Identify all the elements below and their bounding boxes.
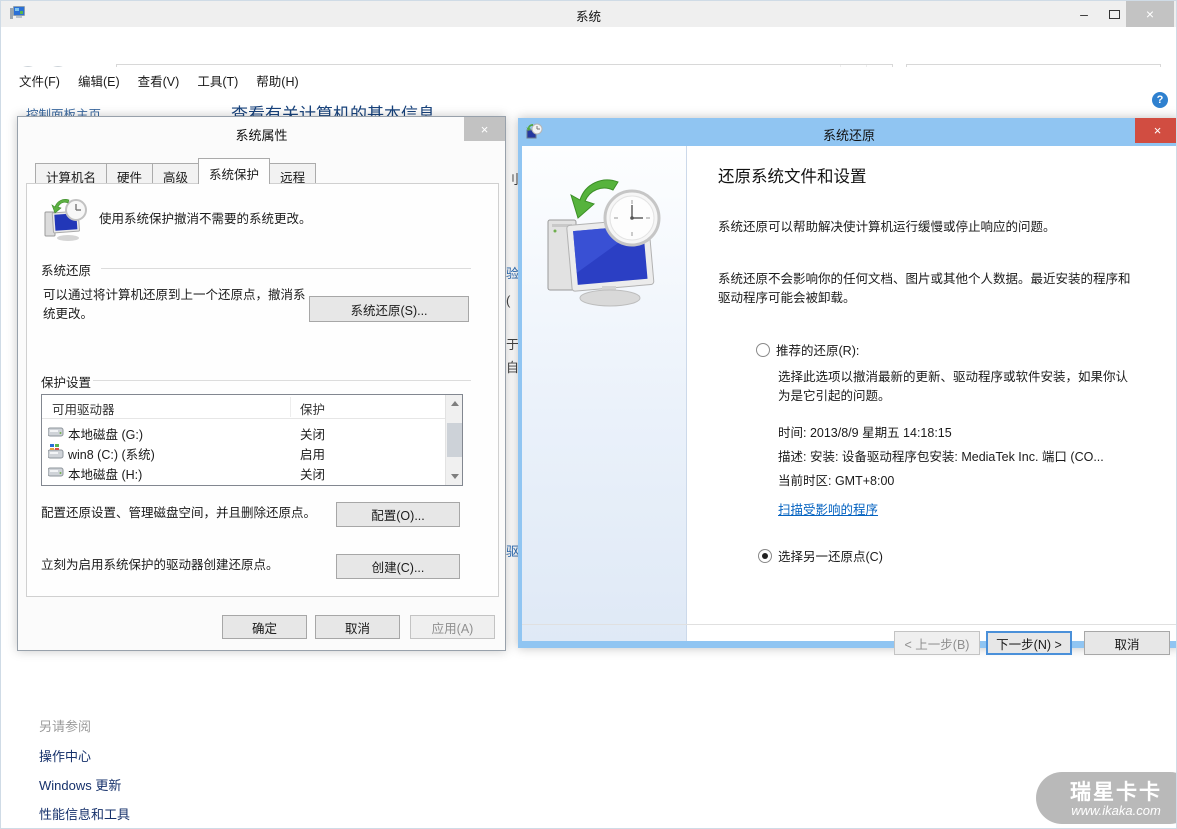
restore-group-description: 可以通过将计算机还原到上一个还原点，撤消系统更改。 <box>43 288 306 321</box>
clipped-text-fragment: ( <box>506 293 511 308</box>
watermark-brand: 瑞星卡卡 <box>1070 781 1162 804</box>
scroll-down-icon[interactable] <box>446 468 463 485</box>
column-header-drives: 可用驱动器 <box>52 403 115 417</box>
column-divider <box>290 397 291 417</box>
maximize-button[interactable] <box>1099 1 1129 27</box>
menu-tools[interactable]: 工具(T) <box>197 71 238 90</box>
scrollbar-thumb[interactable] <box>447 423 462 457</box>
sysprops-close-button[interactable]: × <box>464 117 505 141</box>
window-title: 系统 <box>575 10 601 24</box>
tab-remote[interactable]: 远程 <box>269 163 317 185</box>
table-row[interactable]: 本地磁盘 (G:) 关闭 <box>42 421 445 442</box>
wizard-sidebar <box>522 146 687 641</box>
current-timezone: 当前时区: GMT+8:00 <box>778 474 895 488</box>
help-icon[interactable]: ? <box>1152 92 1168 108</box>
link-performance-tools[interactable]: 性能信息和工具 <box>39 804 130 823</box>
wizard-paragraph-2: 系统还原不会影响你的任何文档、图片或其他个人数据。最近安装的程序和驱动程序可能会… <box>718 272 1131 305</box>
restore-point-time: 时间: 2013/8/9 星期五 14:18:15 <box>778 426 952 440</box>
restore-point-description: 描述: 安装: 设备驱动程序包安装: MediaTek Inc. 端口 (CO.… <box>778 450 1104 464</box>
create-button[interactable]: 创建(C)... <box>336 554 460 579</box>
wizard-heading: 还原系统文件和设置 <box>718 168 867 186</box>
wizard-paragraph-1: 系统还原可以帮助解决使计算机运行缓慢或停止响应的问题。 <box>718 220 1056 234</box>
clipped-text-fragment: 于 <box>506 337 518 352</box>
table-row[interactable]: 本地磁盘 (H:) 关闭 <box>42 461 445 482</box>
create-description: 立刻为启用系统保护的驱动器创建还原点。 <box>41 558 279 572</box>
system-restore-wizard: 系统还原 × 还原系统文件和设置 系统还原可以帮助解决使计算机运行缓慢或停止响应… <box>518 118 1176 655</box>
column-header-protection: 保护 <box>300 403 326 417</box>
recommended-restore-description: 选择此选项以撤消最新的更新、驱动程序或软件安装，如果你认为是它引起的问题。 <box>778 370 1129 403</box>
see-also-section: 另请参阅 操作中心 Windows 更新 性能信息和工具 <box>39 716 130 828</box>
sysprops-tabs: 计算机名 硬件 高级 系统保护 远程 <box>35 158 317 185</box>
clipped-text-fragment: 刂 <box>506 172 518 187</box>
watermark-url: www.ikaka.com <box>1071 803 1161 818</box>
see-also-header: 另请参阅 <box>39 719 92 734</box>
system-restore-illustration-icon <box>547 179 661 307</box>
drive-protection-table: 可用驱动器 保护 本地磁盘 (G:) 关闭 win8 (C:) (系统) 启用 … <box>41 394 463 486</box>
apply-button[interactable]: 应用(A) <box>410 615 495 639</box>
tab-hardware[interactable]: 硬件 <box>106 163 154 185</box>
link-action-center[interactable]: 操作中心 <box>39 746 130 765</box>
system-protection-panel: 使用系统保护撤消不需要的系统更改。 系统还原 可以通过将计算机还原到上一个还原点… <box>26 183 499 597</box>
back-button-wizard[interactable]: < 上一步(B) <box>894 631 980 655</box>
tab-system-protection[interactable]: 系统保护 <box>198 158 271 184</box>
divider <box>101 268 471 269</box>
cancel-button[interactable]: 取消 <box>315 615 400 639</box>
recommended-restore-label[interactable]: 推荐的还原(R): <box>776 342 859 361</box>
next-button[interactable]: 下一步(N) > <box>986 631 1072 655</box>
navigation-bar: ← → ↑ ▸ 控制面板 ▸ 所有控制面板项 ▸ 系统 ↻ <box>1 29 1176 90</box>
watermark: 瑞星卡卡 www.ikaka.com <box>1036 772 1176 824</box>
scrollbar[interactable] <box>445 395 462 485</box>
scan-affected-programs-link[interactable]: 扫描受影响的程序 <box>778 499 878 518</box>
link-windows-update[interactable]: Windows 更新 <box>39 775 130 794</box>
restore-group-label: 系统还原 <box>41 264 92 278</box>
wizard-footer-divider <box>522 624 1176 641</box>
ok-button[interactable]: 确定 <box>222 615 307 639</box>
system-control-panel-window: 系统 – × ← → ↑ ▸ 控制面板 ▸ 所有控制面板项 ▸ 系统 ↻ <box>0 0 1177 829</box>
menu-view[interactable]: 查看(V) <box>138 71 180 90</box>
table-header: 可用驱动器 保护 <box>42 395 445 419</box>
wizard-close-button[interactable]: × <box>1135 118 1176 143</box>
menu-help[interactable]: 帮助(H) <box>256 71 298 90</box>
tab-computer-name[interactable]: 计算机名 <box>35 163 108 185</box>
choose-restore-point-label[interactable]: 选择另一还原点(C) <box>778 548 883 567</box>
drive-icon <box>48 467 64 477</box>
close-button[interactable]: × <box>1126 1 1174 27</box>
wizard-titlebar: 系统还原 × <box>518 118 1176 146</box>
divider <box>93 380 471 381</box>
protection-intro-text: 使用系统保护撤消不需要的系统更改。 <box>99 212 312 226</box>
system-drive-icon <box>48 444 64 459</box>
wizard-content: 还原系统文件和设置 系统还原可以帮助解决使计算机运行缓慢或停止响应的问题。 系统… <box>687 146 1176 641</box>
drive-name: 本地磁盘 (H:) <box>68 468 143 482</box>
recommended-restore-radio[interactable] <box>756 343 770 357</box>
choose-restore-point-radio[interactable] <box>758 549 772 563</box>
system-protection-icon <box>43 198 89 245</box>
clipped-text-fragment: 自 <box>506 360 518 375</box>
scroll-up-icon[interactable] <box>446 395 463 412</box>
system-restore-button[interactable]: 系统还原(S)... <box>309 296 469 322</box>
minimize-button[interactable]: – <box>1069 1 1099 27</box>
wizard-body: 还原系统文件和设置 系统还原可以帮助解决使计算机运行缓慢或停止响应的问题。 系统… <box>522 146 1176 655</box>
sysprops-titlebar: 系统属性 × <box>18 117 505 147</box>
menu-bar: 文件(F) 编辑(E) 查看(V) 工具(T) 帮助(H) <box>1 67 1176 93</box>
system-properties-dialog: 系统属性 × 计算机名 硬件 高级 系统保护 远程 使用系统保护撤消不需要的系统… <box>17 116 506 651</box>
configure-button[interactable]: 配置(O)... <box>336 502 460 527</box>
main-titlebar: 系统 – × <box>1 1 1176 27</box>
clipped-text-fragment: 驱 <box>506 544 518 559</box>
table-row[interactable]: win8 (C:) (系统) 启用 <box>42 441 445 462</box>
clipped-text-fragment: 验 <box>506 266 518 281</box>
protection-status: 关闭 <box>300 468 326 482</box>
menu-file[interactable]: 文件(F) <box>19 71 60 90</box>
drive-icon <box>48 427 64 437</box>
protection-settings-label: 保护设置 <box>41 376 92 390</box>
menu-edit[interactable]: 编辑(E) <box>78 71 120 90</box>
tab-advanced[interactable]: 高级 <box>152 163 200 185</box>
sysprops-title: 系统属性 <box>235 128 288 143</box>
wizard-title: 系统还原 <box>822 128 875 143</box>
cancel-button-wizard[interactable]: 取消 <box>1084 631 1170 655</box>
maximize-icon <box>1108 9 1120 19</box>
configure-description: 配置还原设置、管理磁盘空间，并且删除还原点。 <box>41 506 317 520</box>
